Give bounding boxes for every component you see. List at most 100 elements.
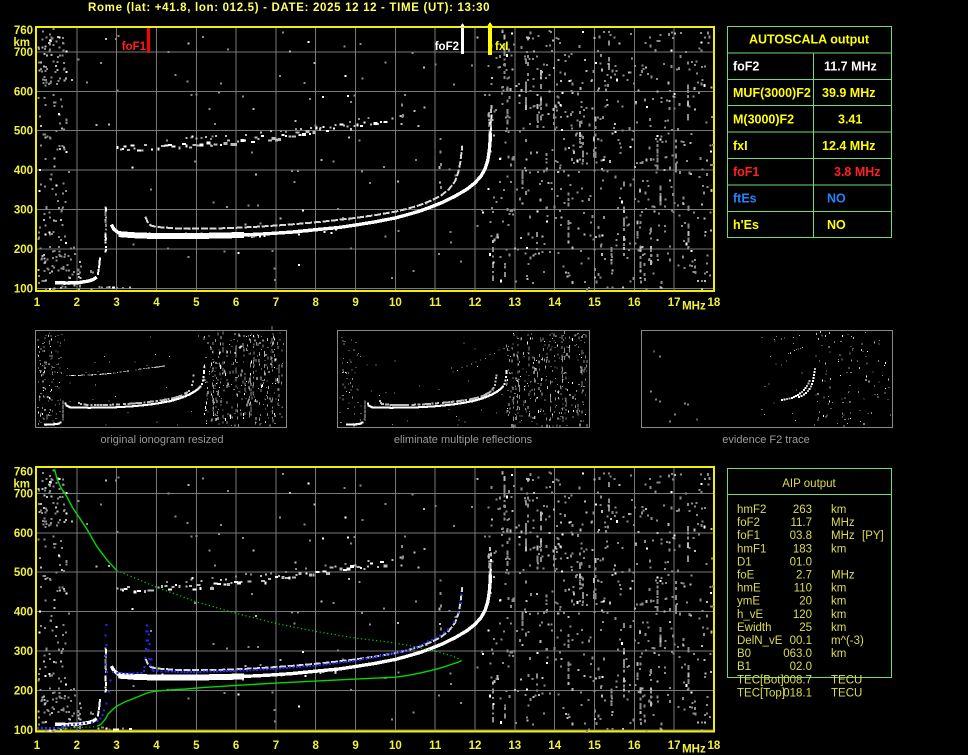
svg-text:1: 1 xyxy=(34,297,41,309)
svg-text:MHz: MHz xyxy=(682,301,706,313)
svg-text:6: 6 xyxy=(233,297,239,309)
svg-text:NO: NO xyxy=(827,192,846,206)
svg-text:fxI: fxI xyxy=(495,41,508,53)
svg-text:km: km xyxy=(831,648,846,660)
svg-text:200: 200 xyxy=(14,244,33,256)
svg-text:km: km xyxy=(831,596,846,608)
svg-text:15: 15 xyxy=(588,297,601,309)
svg-text:008.7: 008.7 xyxy=(783,674,812,686)
svg-text:16: 16 xyxy=(628,297,641,309)
svg-text:foF1: foF1 xyxy=(122,41,147,53)
svg-text:B1: B1 xyxy=(737,661,751,673)
svg-text:foF2: foF2 xyxy=(435,41,459,53)
svg-text:01.0: 01.0 xyxy=(790,556,812,568)
svg-text:25: 25 xyxy=(799,622,812,634)
svg-text:Ewidth: Ewidth xyxy=(737,622,772,634)
svg-text:100: 100 xyxy=(14,725,33,737)
svg-text:3.8 MHz: 3.8 MHz xyxy=(834,165,881,179)
svg-text:11.7: 11.7 xyxy=(790,517,812,529)
svg-text:11: 11 xyxy=(429,297,442,309)
svg-text:13: 13 xyxy=(508,740,521,752)
svg-text:foF2: foF2 xyxy=(737,517,760,529)
svg-text:5: 5 xyxy=(193,740,200,752)
svg-text:500: 500 xyxy=(14,126,33,138)
svg-text:AIP output: AIP output xyxy=(782,478,836,490)
svg-text:TECU: TECU xyxy=(831,687,862,699)
svg-text:[PY]: [PY] xyxy=(862,530,884,542)
svg-text:fxI: fxI xyxy=(733,139,748,153)
svg-text:km: km xyxy=(831,622,846,634)
svg-text:300: 300 xyxy=(14,646,33,658)
svg-text:TEC[Top]: TEC[Top] xyxy=(737,687,785,699)
svg-text:hmF1: hmF1 xyxy=(737,543,766,555)
svg-text:760: 760 xyxy=(14,25,33,37)
svg-text:3.41: 3.41 xyxy=(838,112,862,126)
svg-text:200: 200 xyxy=(14,686,33,698)
svg-text:11: 11 xyxy=(429,740,442,752)
svg-text:TEC[Bot]: TEC[Bot] xyxy=(737,674,784,686)
svg-text:TECU: TECU xyxy=(831,674,862,686)
svg-text:foF1: foF1 xyxy=(733,165,759,179)
svg-text:18: 18 xyxy=(708,297,721,309)
svg-text:018.1: 018.1 xyxy=(783,687,812,699)
svg-text:foF1: foF1 xyxy=(737,530,760,542)
svg-text:11.7 MHz: 11.7 MHz xyxy=(824,60,877,74)
svg-text:12: 12 xyxy=(469,297,482,309)
svg-text:1: 1 xyxy=(34,740,41,752)
svg-text:9: 9 xyxy=(352,740,358,752)
svg-text:263: 263 xyxy=(793,504,812,516)
svg-text:km: km xyxy=(13,479,30,491)
svg-text:13: 13 xyxy=(508,297,521,309)
svg-text:km: km xyxy=(831,609,846,621)
svg-text:400: 400 xyxy=(14,165,33,177)
svg-text:110: 110 xyxy=(794,583,812,595)
svg-text:2: 2 xyxy=(74,740,80,752)
svg-text:4: 4 xyxy=(153,740,160,752)
svg-text:8: 8 xyxy=(312,297,319,309)
svg-text:h_vE: h_vE xyxy=(737,609,764,621)
svg-text:10: 10 xyxy=(389,740,402,752)
svg-text:MHz: MHz xyxy=(831,530,855,542)
svg-text:M(3000)F2: M(3000)F2 xyxy=(733,112,794,126)
svg-text:5: 5 xyxy=(193,297,200,309)
svg-text:km: km xyxy=(831,543,846,555)
svg-text:02.0: 02.0 xyxy=(790,661,812,673)
svg-text:Rome (lat: +41.8, lon: 012.5): Rome (lat: +41.8, lon: 012.5) - DATE: 20… xyxy=(88,2,490,14)
svg-text:MHz: MHz xyxy=(831,570,855,582)
svg-text:km: km xyxy=(831,583,846,595)
svg-text:03.8: 03.8 xyxy=(790,530,812,542)
svg-text:D1: D1 xyxy=(737,556,752,568)
svg-text:7: 7 xyxy=(273,297,279,309)
svg-text:3: 3 xyxy=(113,297,119,309)
svg-text:15: 15 xyxy=(588,740,601,752)
svg-text:00.1: 00.1 xyxy=(790,635,812,647)
svg-text:foE: foE xyxy=(737,570,755,582)
svg-text:300: 300 xyxy=(14,205,33,217)
svg-text:km: km xyxy=(831,504,846,516)
svg-text:14: 14 xyxy=(548,740,561,752)
svg-text:MUF(3000)F2: MUF(3000)F2 xyxy=(733,86,811,100)
svg-text:B0: B0 xyxy=(737,648,751,660)
svg-text:14: 14 xyxy=(548,297,561,309)
svg-text:20: 20 xyxy=(799,596,812,608)
svg-text:original ionogram resized: original ionogram resized xyxy=(101,434,224,446)
svg-text:4: 4 xyxy=(153,297,160,309)
svg-text:3: 3 xyxy=(113,740,119,752)
svg-text:600: 600 xyxy=(14,528,33,540)
svg-text:17: 17 xyxy=(668,297,681,309)
svg-text:NO: NO xyxy=(827,218,846,232)
svg-text:063.0: 063.0 xyxy=(783,648,812,660)
svg-text:18: 18 xyxy=(708,740,721,752)
svg-text:km: km xyxy=(13,37,30,49)
svg-text:10: 10 xyxy=(389,297,402,309)
svg-text:600: 600 xyxy=(14,86,33,98)
svg-text:183: 183 xyxy=(793,543,812,555)
svg-text:12.4 MHz: 12.4 MHz xyxy=(822,139,876,153)
svg-text:6: 6 xyxy=(233,740,239,752)
svg-text:DelN_vE: DelN_vE xyxy=(737,635,783,647)
svg-text:hmE: hmE xyxy=(737,583,761,595)
svg-text:hmF2: hmF2 xyxy=(737,504,766,516)
svg-text:120: 120 xyxy=(793,609,812,621)
svg-text:eliminate multiple reflections: eliminate multiple reflections xyxy=(394,434,533,446)
svg-text:h'Es: h'Es xyxy=(733,218,759,232)
